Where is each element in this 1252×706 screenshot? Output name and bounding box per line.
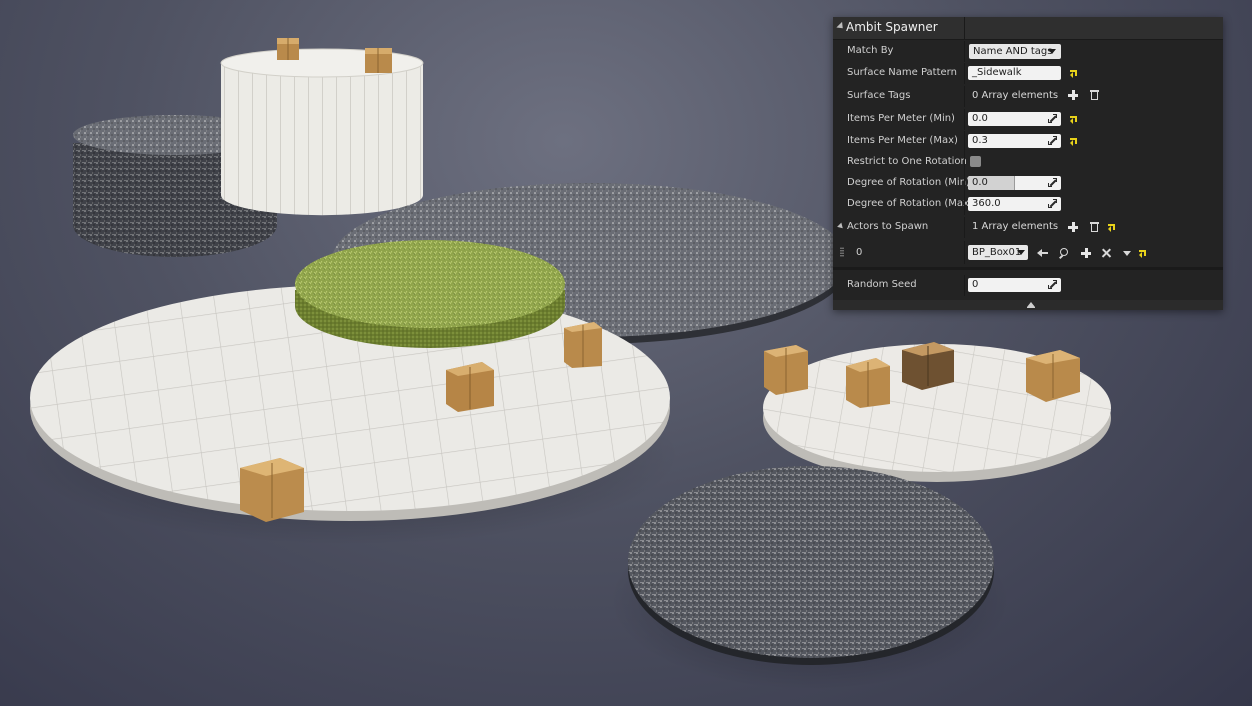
surface-name-pattern-value: _Sidewalk — [972, 67, 1022, 78]
cardboard-box[interactable] — [446, 362, 494, 412]
chevron-down-icon[interactable] — [1121, 247, 1133, 259]
random-seed-value: 0 — [972, 279, 979, 290]
wood-cylinder[interactable] — [220, 48, 424, 216]
drag-handle-icon[interactable] — [840, 247, 844, 257]
cardboard-box[interactable] — [564, 322, 602, 368]
collapse-triangle-icon[interactable] — [837, 222, 845, 231]
chevron-down-icon — [1048, 49, 1056, 54]
cardboard-box[interactable] — [764, 345, 808, 395]
match-by-label: Match By — [847, 45, 894, 56]
row-random-seed: Random Seed 0 — [833, 275, 1223, 296]
items-per-meter-min-value: 0.0 — [972, 113, 988, 124]
items-per-meter-min-input[interactable]: 0.0 — [968, 112, 1061, 126]
items-per-meter-max-value: 0.3 — [972, 135, 988, 146]
reset-to-default-icon[interactable] — [1070, 115, 1078, 124]
cardboard-box[interactable] — [1026, 350, 1080, 402]
grass-disc[interactable] — [295, 240, 565, 348]
row-restrict-rotation: Restrict to One Rotation — [833, 152, 1223, 173]
clear-close-icon[interactable] — [1101, 247, 1113, 259]
items-per-meter-min-label: Items Per Meter (Min) — [847, 113, 955, 124]
actor-class-value: BP_Box01 — [972, 247, 1022, 258]
advanced-toggle-bar[interactable] — [833, 300, 1223, 310]
actor-class-dropdown[interactable]: BP_Box01 — [968, 245, 1028, 260]
asphalt-disc-front[interactable] — [628, 466, 994, 665]
rotation-min-slider[interactable]: 0.0 — [968, 176, 1061, 190]
rotation-min-value: 0.0 — [972, 177, 988, 188]
items-per-meter-max-label: Items Per Meter (Max) — [847, 135, 958, 146]
details-panel: Ambit Spawner Match By Name AND tags Sur… — [833, 17, 1223, 310]
add-element-icon[interactable] — [1068, 90, 1078, 100]
random-seed-label: Random Seed — [847, 279, 917, 290]
rotation-max-label: Degree of Rotation (Max) — [847, 198, 973, 209]
reset-to-default-icon[interactable] — [1070, 137, 1078, 146]
use-selected-arrow-icon[interactable] — [1037, 247, 1049, 259]
row-match-by: Match By Name AND tags — [833, 41, 1223, 62]
panel-title: Ambit Spawner — [846, 20, 938, 34]
add-element-icon[interactable] — [1068, 222, 1078, 232]
drag-value-icon[interactable] — [1048, 280, 1057, 289]
drag-value-icon[interactable] — [1048, 199, 1057, 208]
rotation-max-value: 360.0 — [972, 198, 1001, 209]
element-index: 0 — [856, 247, 863, 258]
reset-to-default-icon[interactable] — [1070, 69, 1078, 78]
items-per-meter-max-input[interactable]: 0.3 — [968, 134, 1061, 148]
cardboard-box[interactable] — [902, 342, 954, 390]
row-actor-element-0: 0 BP_Box01 — [833, 241, 1223, 264]
surface-name-pattern-label: Surface Name Pattern — [847, 67, 957, 78]
surface-tags-count: 0 Array elements — [972, 90, 1059, 101]
collapse-advanced-icon[interactable] — [1027, 302, 1035, 308]
drag-value-icon[interactable] — [1048, 136, 1057, 145]
rotation-max-input[interactable]: 360.0 — [968, 197, 1061, 211]
match-by-value: Name AND tags — [973, 46, 1053, 57]
trash-icon[interactable] — [1090, 89, 1099, 100]
collapse-triangle-icon[interactable] — [836, 21, 846, 32]
row-items-per-meter-min: Items Per Meter (Min) 0.0 — [833, 109, 1223, 130]
row-surface-name-pattern: Surface Name Pattern _Sidewalk — [833, 63, 1223, 84]
actors-to-spawn-count: 1 Array elements — [972, 221, 1059, 232]
cardboard-box[interactable] — [240, 458, 304, 522]
restrict-rotation-checkbox[interactable] — [970, 156, 981, 167]
add-element-icon[interactable] — [1081, 248, 1091, 258]
rotation-min-label: Degree of Rotation (Min) — [847, 177, 970, 188]
cardboard-box[interactable] — [277, 38, 299, 60]
row-rotation-min: Degree of Rotation (Min) 0.0 — [833, 173, 1223, 194]
row-rotation-max: Degree of Rotation (Max) 360.0 — [833, 194, 1223, 215]
restrict-rotation-label: Restrict to One Rotation — [847, 156, 967, 167]
cardboard-box[interactable] — [365, 48, 392, 73]
reset-to-default-icon[interactable] — [1108, 223, 1116, 232]
match-by-dropdown[interactable]: Name AND tags — [969, 44, 1061, 59]
trash-icon[interactable] — [1090, 221, 1099, 232]
actors-to-spawn-label: Actors to Spawn — [847, 221, 929, 232]
browse-search-icon[interactable] — [1058, 247, 1070, 259]
drag-value-icon[interactable] — [1048, 114, 1057, 123]
row-items-per-meter-max: Items Per Meter (Max) 0.3 — [833, 131, 1223, 152]
category-header[interactable]: Ambit Spawner — [833, 17, 1223, 40]
row-actors-to-spawn: Actors to Spawn 1 Array elements — [833, 217, 1223, 238]
reset-to-default-icon[interactable] — [1139, 249, 1147, 258]
chevron-down-icon — [1017, 250, 1025, 255]
cardboard-box[interactable] — [846, 358, 890, 408]
surface-name-pattern-input[interactable]: _Sidewalk — [968, 66, 1061, 80]
random-seed-input[interactable]: 0 — [968, 278, 1061, 292]
surface-tags-label: Surface Tags — [847, 90, 911, 101]
row-surface-tags: Surface Tags 0 Array elements — [833, 86, 1223, 107]
drag-value-icon[interactable] — [1048, 178, 1057, 187]
